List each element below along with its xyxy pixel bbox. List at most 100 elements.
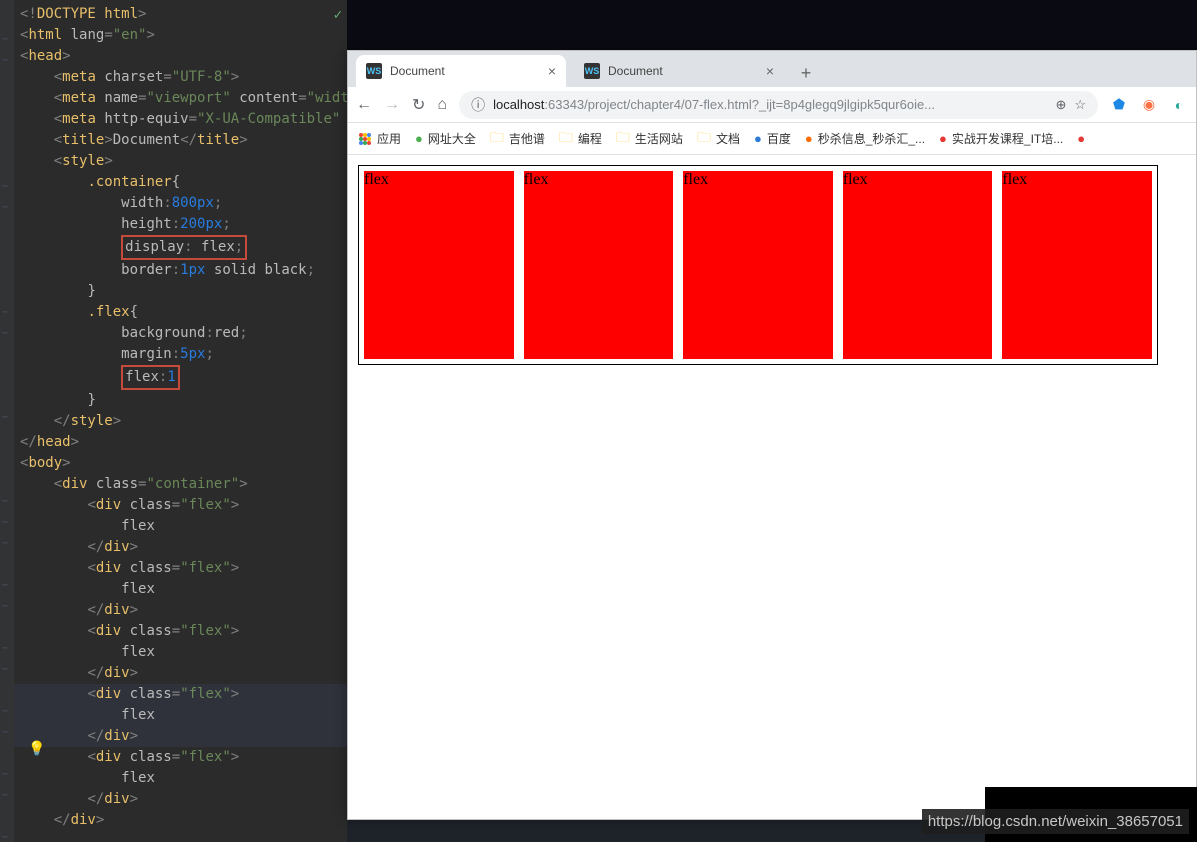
forward-icon[interactable]: → (384, 96, 400, 114)
code-line[interactable]: <html lang="en"> (14, 25, 347, 46)
code-line[interactable]: </div> (14, 726, 347, 747)
ext-icon-3[interactable]: ◐ (1170, 96, 1188, 114)
back-icon[interactable]: ← (356, 96, 372, 114)
code-line[interactable]: flex (14, 579, 347, 600)
bookmark-item[interactable]: 🗀文档 (697, 127, 740, 151)
code-line[interactable]: </div> (14, 537, 347, 558)
bulb-icon[interactable]: 💡 (28, 739, 45, 760)
bookmark-label: 应用 (377, 130, 401, 147)
bookmark-icon: ● (415, 131, 423, 146)
fold-icon[interactable]: − (2, 50, 8, 71)
code-line[interactable]: <!DOCTYPE html> (14, 4, 347, 25)
bookmark-item[interactable]: 应用 (358, 130, 401, 147)
code-line[interactable]: <title>Document</title> (14, 130, 347, 151)
code-line[interactable]: <div class="flex"> (14, 495, 347, 516)
code-editor-pane[interactable]: ✓ <!DOCTYPE html><html lang="en"><head> … (0, 0, 347, 842)
close-icon[interactable]: × (548, 63, 556, 79)
folder-icon: 🗀 (559, 127, 573, 151)
browser-window: WSDocument×WSDocument×+ ← → ↻ ⌂ ⓘ localh… (347, 50, 1197, 820)
code-line[interactable]: <div class="flex"> (14, 558, 347, 579)
fold-icon[interactable]: − (2, 785, 8, 806)
bookmark-label: 文档 (716, 130, 740, 147)
fold-icon[interactable]: − (2, 176, 8, 197)
code-line[interactable]: <body> (14, 453, 347, 474)
fold-icon[interactable]: − (2, 596, 8, 617)
browser-tab[interactable]: WSDocument× (356, 55, 566, 87)
fold-icon[interactable]: − (2, 638, 8, 659)
ext-icon-1[interactable]: ⬟ (1110, 96, 1128, 114)
code-line[interactable]: </div> (14, 600, 347, 621)
fold-icon[interactable]: − (2, 323, 8, 344)
code-line[interactable]: margin:5px; (14, 344, 347, 365)
code-line[interactable]: } (14, 390, 347, 411)
code-line[interactable]: <meta http-equiv="X-UA-Compatible" c (14, 109, 347, 130)
bookmark-item[interactable]: ● 百度 (754, 130, 791, 147)
ext-icon-2[interactable]: ◉ (1140, 96, 1158, 114)
fold-icon[interactable]: − (2, 827, 8, 842)
code-line[interactable]: width:800px; (14, 193, 347, 214)
close-icon[interactable]: × (766, 63, 774, 79)
apps-icon (358, 132, 372, 146)
code-line[interactable]: </style> (14, 411, 347, 432)
bookmark-item[interactable]: ●网址大全 (415, 130, 476, 147)
flex-item: flex (1002, 171, 1152, 359)
bookmark-item[interactable]: 🗀生活网站 (616, 127, 683, 151)
code-line[interactable]: <head> (14, 46, 347, 67)
code-line[interactable]: <div class="flex"> (14, 747, 347, 768)
fold-icon[interactable]: − (2, 407, 8, 428)
code-line[interactable]: <div class="flex"> (14, 621, 347, 642)
fold-icon[interactable]: − (2, 722, 8, 743)
code-line[interactable]: </head> (14, 432, 347, 453)
new-tab-button[interactable]: + (792, 59, 820, 87)
bookmark-item[interactable]: 🗀吉他谱 (490, 127, 545, 151)
code-line[interactable]: </div> (14, 789, 347, 810)
code-line[interactable]: </div> (14, 810, 347, 831)
info-icon[interactable]: ⓘ (471, 95, 485, 115)
fold-icon[interactable]: − (2, 302, 8, 323)
flex-item: flex (364, 171, 514, 359)
code-line[interactable]: flex:1 (14, 365, 347, 390)
star-icon[interactable]: ☆ (1074, 97, 1086, 113)
code-line[interactable]: display: flex; (14, 235, 347, 260)
code-line[interactable]: background:red; (14, 323, 347, 344)
fold-icon[interactable]: − (2, 701, 8, 722)
code-line[interactable]: </div> (14, 663, 347, 684)
code-line[interactable]: <meta charset="UTF-8"> (14, 67, 347, 88)
code-line[interactable]: height:200px; (14, 214, 347, 235)
flex-item: flex (683, 171, 833, 359)
code-line[interactable]: flex (14, 768, 347, 789)
code-line[interactable]: flex (14, 516, 347, 537)
translate-icon[interactable]: ⊕ (1055, 97, 1066, 113)
code-line[interactable]: flex (14, 705, 347, 726)
flex-item: flex (524, 171, 674, 359)
code-line[interactable]: .container{ (14, 172, 347, 193)
bookmark-icon: ● (754, 131, 762, 146)
code-line[interactable]: <div class="container"> (14, 474, 347, 495)
code-line[interactable]: border:1px solid black; (14, 260, 347, 281)
code-line[interactable]: } (14, 281, 347, 302)
fold-icon[interactable]: − (2, 764, 8, 785)
fold-icon[interactable]: − (2, 575, 8, 596)
url-bar[interactable]: ⓘ localhost:63343/project/chapter4/07-fl… (459, 91, 1098, 119)
bookmark-item[interactable]: 🗀编程 (559, 127, 602, 151)
code-line[interactable]: .flex{ (14, 302, 347, 323)
fold-icon[interactable]: − (2, 197, 8, 218)
fold-icon[interactable]: − (2, 659, 8, 680)
bookmark-item[interactable]: ● (1077, 131, 1090, 146)
fold-icon[interactable]: − (2, 491, 8, 512)
code-line[interactable]: <style> (14, 151, 347, 172)
bookmark-label: 百度 (767, 130, 791, 147)
code-line[interactable]: flex (14, 642, 347, 663)
home-icon[interactable]: ⌂ (437, 96, 447, 114)
watermark-text: https://blog.csdn.net/weixin_38657051 (922, 809, 1189, 834)
fold-icon[interactable]: − (2, 29, 8, 50)
code-line[interactable]: <div class="flex"> (14, 684, 347, 705)
fold-icon[interactable]: − (2, 512, 8, 533)
tab-title: Document (608, 64, 663, 78)
reload-icon[interactable]: ↻ (412, 95, 425, 115)
browser-tab[interactable]: WSDocument× (574, 55, 784, 87)
bookmark-item[interactable]: ●实战开发课程_IT培... (939, 130, 1063, 147)
code-line[interactable]: <meta name="viewport" content="width (14, 88, 347, 109)
fold-icon[interactable]: − (2, 533, 8, 554)
bookmark-item[interactable]: ●秒杀信息_秒杀汇_... (805, 130, 925, 147)
